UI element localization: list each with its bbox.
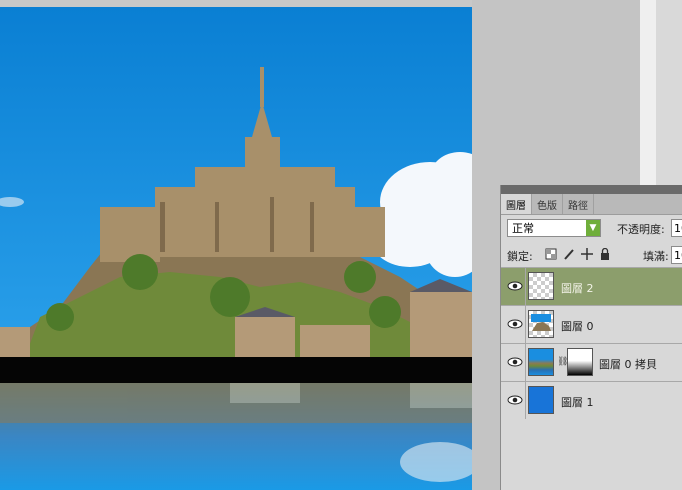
divider bbox=[525, 268, 526, 305]
layer-row[interactable]: 圖層 0 bbox=[501, 305, 682, 343]
blend-row: 正常 ▼ 不透明度: 10 bbox=[507, 219, 682, 239]
layer-row[interactable]: ⛓ 圖層 0 拷貝 bbox=[501, 343, 682, 381]
chain-link-icon[interactable]: ⛓ bbox=[557, 357, 568, 367]
panel-title-bar[interactable] bbox=[501, 185, 682, 194]
divider bbox=[525, 344, 526, 381]
lock-icon[interactable] bbox=[599, 247, 611, 260]
canvas-image bbox=[0, 7, 472, 490]
lock-row: 鎖定: 填滿: 10 bbox=[507, 245, 682, 265]
lock-label: 鎖定: bbox=[507, 250, 533, 263]
layer-row[interactable]: 圖層 2 bbox=[501, 267, 682, 305]
eye-icon[interactable] bbox=[507, 280, 523, 292]
layer-name[interactable]: 圖層 2 bbox=[561, 280, 594, 296]
move-icon[interactable] bbox=[581, 248, 593, 260]
layer-name[interactable]: 圖層 1 bbox=[561, 394, 594, 410]
divider bbox=[525, 306, 526, 343]
divider bbox=[525, 382, 526, 419]
eye-icon[interactable] bbox=[507, 356, 523, 368]
blend-mode-value: 正常 bbox=[512, 222, 534, 235]
vertical-scroll-strip[interactable] bbox=[656, 0, 682, 185]
layers-panel: 圖層 色版 路徑 正常 ▼ 不透明度: 10 鎖定: 填滿: 10 bbox=[500, 185, 682, 490]
layer-mask-thumbnail[interactable] bbox=[567, 348, 593, 376]
layer-thumbnail bbox=[528, 310, 554, 338]
panel-tabs: 圖層 色版 路徑 bbox=[501, 194, 682, 215]
document-canvas[interactable] bbox=[0, 7, 472, 490]
document-top-bar bbox=[0, 0, 472, 7]
lock-transparent-pixels-icon[interactable] bbox=[545, 248, 557, 260]
layer-thumbnail bbox=[528, 386, 554, 414]
layer-thumbnail bbox=[528, 272, 554, 300]
chevron-down-icon[interactable]: ▼ bbox=[586, 220, 600, 236]
layer-thumbnail bbox=[528, 348, 554, 376]
opacity-label: 不透明度: bbox=[617, 223, 665, 236]
tab-paths[interactable]: 路徑 bbox=[563, 194, 594, 214]
blend-mode-select[interactable]: 正常 ▼ bbox=[507, 219, 601, 237]
opacity-input[interactable]: 10 bbox=[671, 219, 682, 237]
eye-icon[interactable] bbox=[507, 394, 523, 406]
brush-icon[interactable] bbox=[563, 248, 575, 260]
layers-list: 圖層 2 圖層 0 ⛓ 圖層 0 拷貝 圖層 1 bbox=[501, 267, 682, 419]
fill-input[interactable]: 10 bbox=[671, 246, 682, 264]
layer-name[interactable]: 圖層 0 拷貝 bbox=[599, 356, 657, 372]
fill-label: 填滿: bbox=[643, 250, 669, 263]
layer-row[interactable]: 圖層 1 bbox=[501, 381, 682, 419]
vertical-panel-strip bbox=[640, 0, 656, 185]
eye-icon[interactable] bbox=[507, 318, 523, 330]
layer-name[interactable]: 圖層 0 bbox=[561, 318, 594, 334]
tab-channels[interactable]: 色版 bbox=[532, 194, 563, 214]
tab-layers[interactable]: 圖層 bbox=[501, 194, 532, 214]
